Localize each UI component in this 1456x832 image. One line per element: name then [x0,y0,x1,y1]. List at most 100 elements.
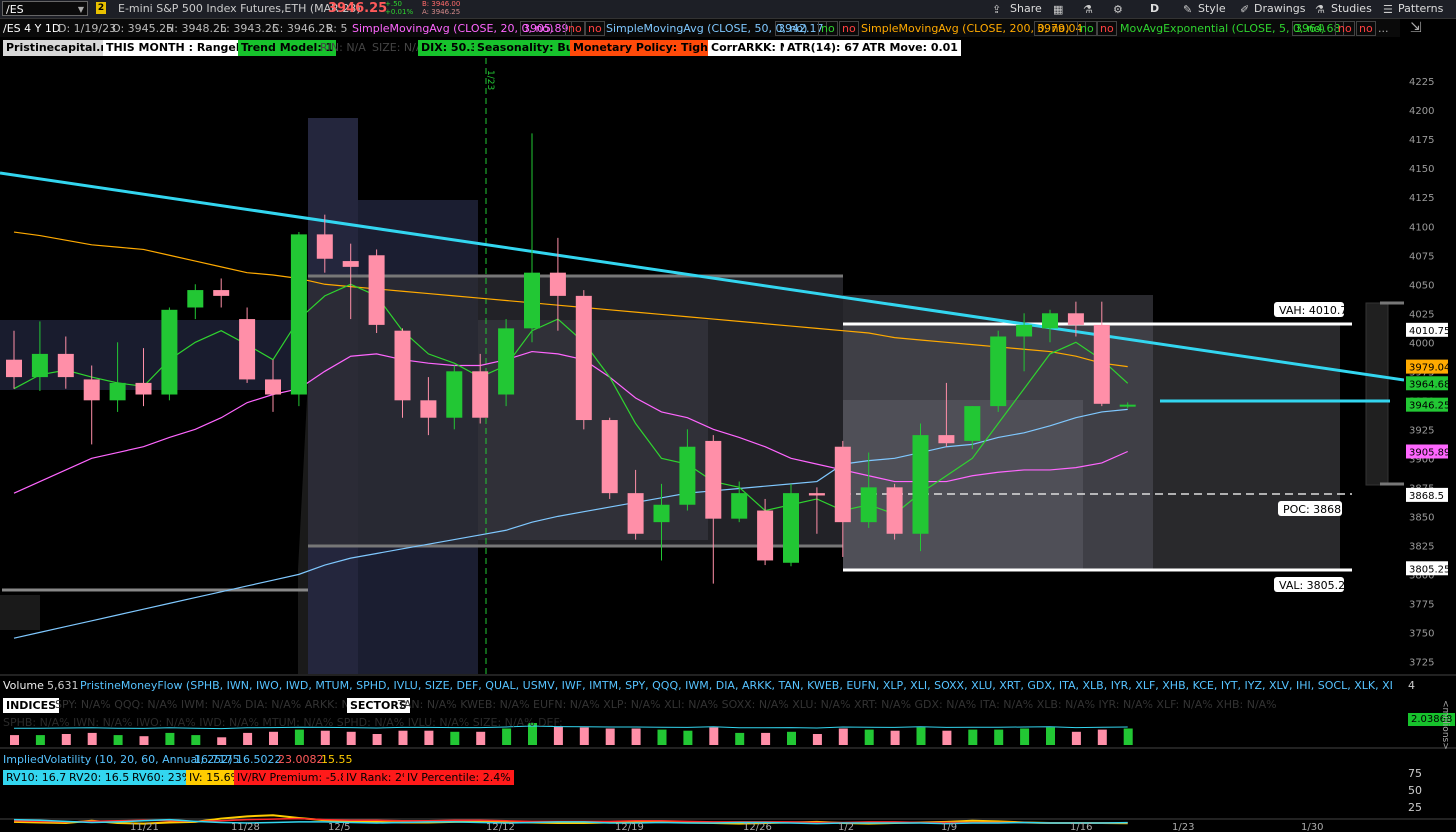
candle-body [316,234,333,259]
candle-body [1042,313,1058,329]
iv-v1: 16.7175 [194,753,240,766]
price-tick: 4100 [1409,222,1434,233]
price-tick: 3825 [1409,541,1434,552]
volume-bar [864,729,874,745]
x-axis-label: 11/21 [130,822,159,832]
candle-body [783,493,799,563]
price-tag-val: 3805.25 [1409,564,1450,575]
candle-body [938,435,955,444]
price-tick: 4125 [1409,193,1434,204]
price-tick: 3725 [1409,657,1434,668]
x-axis-label: 1/30 [1301,822,1323,832]
candle-body [1119,404,1136,407]
candle-body [446,371,463,418]
volume-bar [709,727,719,745]
volume-bar [683,730,693,745]
volume-bar [476,731,486,745]
candle-body [498,328,515,395]
etf-row-items: SPHB: N/A% IWN: N/A% IWO: N/A% IWD: N/A%… [3,716,563,729]
volume-bar [320,730,330,745]
volume-title: Volume [3,679,44,692]
volume-bar [243,732,253,745]
candle-body [705,440,722,519]
price-tag-sma20: 3905.89 [1409,447,1450,458]
iv-premium-label: IV/RV Premium: -5.8% [234,770,361,785]
candle-body [912,435,929,534]
candle-body [549,272,566,296]
moneyflow-legend[interactable]: PristineMoneyFlow (SPHB, IWN, IWO, IWD, … [80,679,1392,692]
price-tick: 3750 [1409,628,1434,639]
price-tick: 4200 [1409,106,1434,117]
volume-bar [294,729,304,745]
candle-body [1016,324,1033,337]
x-axis-label: 1/23 [1172,822,1194,832]
candle-body [6,359,22,378]
candle-body [342,261,359,267]
volume-bar [1097,729,1107,745]
volume-bar [553,726,563,745]
volume-bar [1123,728,1133,745]
volume-bar [1071,731,1081,745]
volume-scale-top: 4 [1408,679,1415,692]
candle-body [757,510,774,561]
x-axis-label: 12/19 [615,822,644,832]
volume-bar [10,735,19,745]
volume-bar [113,735,123,745]
volume-bar [61,734,71,745]
price-tag-vah: 4010.75 [1409,326,1450,337]
volume-bar [139,736,149,745]
candle-body [808,493,825,496]
candle-body [601,420,618,494]
volume-bar [579,727,589,745]
volume-bar [890,730,900,745]
price-tag-last: 3946.25 [1409,401,1450,412]
volume-bar [450,731,460,745]
candle-body [135,382,152,395]
indices-label: INDICES [3,698,60,713]
candle-body [964,406,981,441]
candle-body [394,330,411,401]
atr-move-label: ATR Move: 0.01 [859,40,961,56]
val-label: VAL: 3805.25 [1279,579,1352,592]
volume-bar [657,729,667,745]
volume-bar [761,732,771,745]
candle-body [472,371,489,418]
volume-bar [346,731,356,745]
volume-bar [217,737,227,745]
volume-profile-shade [843,400,1083,570]
candle-body [990,336,1007,407]
iv-v2: 16.5022 [236,753,282,766]
volume-bar [787,731,796,745]
price-tick: 4000 [1409,338,1434,349]
x-axis-label: 12/12 [486,822,515,832]
price-tick: 3925 [1409,425,1434,436]
candle-body [575,295,592,421]
candle-body [187,290,204,308]
iv-scale-50: 50 [1408,784,1422,797]
candle-body [57,353,74,378]
x-axis-label: 1/9 [941,822,957,832]
candle-body [834,446,851,523]
candle-body [653,504,670,523]
volume-bar [35,735,45,745]
candle-body [83,379,100,401]
price-tick: 4025 [1409,309,1434,320]
price-tag-poc: 3868.5 [1409,491,1444,502]
candle-body [627,493,644,534]
candle-body [161,309,178,395]
volume-bar [605,728,615,745]
volume-bar [424,730,434,745]
iv-v4: 15.55 [321,753,353,766]
sector-items: TAN: N/A% KWEB: N/A% EUFN: N/A% XLP: N/A… [398,698,1277,711]
candle-body [679,446,696,505]
price-tick: 4225 [1409,77,1434,88]
volume-bar [191,735,201,745]
iv-percentile-label: IV Percentile: 2.4% [404,770,514,785]
volume-bar [631,728,641,745]
volume-value: 5,631 [47,679,79,692]
price-tick: 4150 [1409,164,1434,175]
price-tick: 3775 [1409,599,1434,610]
volume-bar [398,730,408,745]
volume-profile-shade [0,595,40,630]
candle-body [524,272,540,329]
